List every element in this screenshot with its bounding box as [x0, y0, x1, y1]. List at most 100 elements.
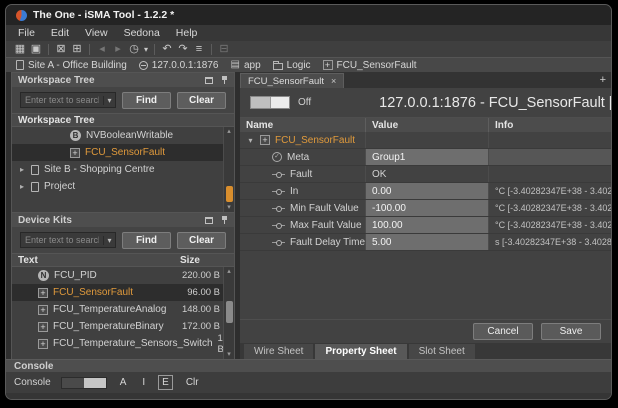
back-icon[interactable]: ◂ — [94, 42, 110, 57]
scrollbar-thumb[interactable] — [226, 186, 233, 202]
property-row-in[interactable]: In 0.00 °C [-3.40282347E+38 - 3.40282... — [240, 183, 611, 200]
expand-arrow-icon[interactable]: ▸ — [18, 165, 26, 174]
meta-icon — [272, 152, 282, 162]
chevron-down-icon[interactable]: ▾ — [103, 236, 115, 245]
workspace-panels-icon[interactable]: ▦ — [12, 42, 28, 57]
breadcrumb-component[interactable]: FCU_SensorFault — [323, 60, 417, 71]
scroll-down-icon[interactable]: ▾ — [224, 350, 234, 359]
property-sheet-icon[interactable]: ⊞ — [69, 42, 85, 57]
breadcrumb-device[interactable]: 127.0.0.1:1876 — [139, 60, 219, 71]
scroll-up-icon[interactable]: ▴ — [224, 127, 234, 136]
live-toggle[interactable] — [250, 96, 290, 109]
property-value-input[interactable]: Group1 — [366, 149, 489, 165]
device-kits-panel: Device Kits ▾ Find Clear Text — [11, 212, 235, 359]
workspace-search-input[interactable] — [21, 95, 103, 105]
add-tab-icon[interactable]: + — [600, 74, 606, 86]
history-caret-icon[interactable]: ▾ — [142, 42, 150, 57]
property-grid-header: Name Value Info — [240, 118, 611, 132]
float-window-icon[interactable] — [205, 217, 213, 224]
chevron-down-icon[interactable]: ▾ — [103, 96, 115, 105]
history-icon[interactable]: ◷ — [126, 42, 142, 57]
kit-item-label: FCU_TemperatureAnalog — [53, 304, 166, 315]
kits-find-button[interactable]: Find — [122, 232, 171, 249]
tree-item-project[interactable]: ▸ Project — [12, 178, 234, 195]
tree-item-site-b[interactable]: ▸ Site B - Shopping Centre — [12, 161, 234, 178]
property-info: °C [-3.40282347E+38 - 3.40282... — [489, 183, 611, 199]
toolbar-separator — [48, 44, 49, 55]
scrollbar-thumb[interactable] — [226, 301, 233, 323]
property-row-min-fault-value[interactable]: Min Fault Value -100.00 °C [-3.40282347E… — [240, 200, 611, 217]
tab-property-sheet[interactable]: Property Sheet — [315, 344, 406, 359]
kits-searchbox: ▾ — [20, 232, 116, 248]
kits-search-input[interactable] — [21, 235, 103, 245]
property-value-input[interactable]: -100.00 — [366, 200, 489, 216]
breadcrumb-site[interactable]: Site A - Office Building — [16, 60, 127, 71]
component-icon — [38, 322, 48, 332]
menu-view[interactable]: View — [77, 27, 116, 39]
console-filter-slider[interactable] — [61, 377, 107, 389]
kit-item-fcu-temperatureanalog[interactable]: FCU_TemperatureAnalog 148.00 B — [12, 301, 234, 318]
redo-icon[interactable]: ↷ — [175, 42, 191, 57]
cancel-button[interactable]: Cancel — [473, 323, 533, 340]
workspace-clear-button[interactable]: Clear — [177, 92, 226, 109]
scroll-down-icon[interactable]: ▾ — [224, 203, 234, 212]
close-icon[interactable]: × — [331, 76, 336, 86]
column-info[interactable]: Info — [489, 118, 611, 132]
column-value[interactable]: Value — [366, 118, 489, 132]
property-row-fault[interactable]: Fault OK — [240, 166, 611, 183]
column-name[interactable]: Name — [240, 118, 366, 132]
log-icon[interactable]: ≡ — [191, 42, 207, 57]
menu-help[interactable]: Help — [168, 27, 206, 39]
breadcrumb-app[interactable]: ▤ app — [231, 60, 261, 71]
save-button[interactable]: Save — [541, 323, 601, 340]
view-title: 127.0.0.1:1876 - FCU_SensorFault [iSMA_F… — [379, 95, 611, 111]
kits-clear-button[interactable]: Clear — [177, 232, 226, 249]
kit-item-fcu-temperature-sensors-switch[interactable]: FCU_Temperature_Sensors_Switch 108.00 B — [12, 335, 234, 352]
window-bottom-edge — [6, 393, 611, 399]
float-window-icon[interactable] — [205, 77, 213, 84]
undo-icon[interactable]: ↶ — [159, 42, 175, 57]
breadcrumb-logic[interactable]: Logic — [273, 60, 311, 71]
pin-icon[interactable] — [221, 76, 228, 85]
kit-item-fcu-temperaturebinary[interactable]: FCU_TemperatureBinary 172.00 B — [12, 318, 234, 335]
kit-item-fcu-pid[interactable]: N FCU_PID 220.00 B — [12, 267, 234, 284]
workspace-find-button[interactable]: Find — [122, 92, 171, 109]
workspace-tree-list: B NVBooleanWritable FCU_SensorFault ▸ Si… — [12, 127, 234, 212]
pin-icon[interactable] — [221, 216, 228, 225]
menu-file[interactable]: File — [10, 27, 43, 39]
collapse-arrow-icon[interactable]: ▾ — [246, 136, 255, 145]
kit-item-fcu-sensorfault[interactable]: FCU_SensorFault 96.00 B — [12, 284, 234, 301]
tree-item-nvbooleanwritable[interactable]: B NVBooleanWritable — [12, 127, 234, 144]
wire-sheet-icon[interactable]: ⊠ — [53, 42, 69, 57]
console-info-button[interactable]: I — [139, 376, 148, 389]
workspace-tree-scrollbar[interactable]: ▴ ▾ — [223, 127, 234, 212]
save-icon[interactable]: ▣ — [28, 42, 44, 57]
property-value-input[interactable]: 0.00 — [366, 183, 489, 199]
tab-fcu-sensorfault[interactable]: FCU_SensorFault × — [240, 73, 344, 88]
menu-edit[interactable]: Edit — [43, 27, 77, 39]
tree-item-fcu-sensorfault[interactable]: FCU_SensorFault — [12, 144, 234, 161]
property-row-meta[interactable]: Meta Group1 — [240, 149, 611, 166]
property-grid: ▾ FCU_SensorFault Meta Group1 — [240, 132, 611, 251]
property-row-max-fault-value[interactable]: Max Fault Value 100.00 °C [-3.40282347E+… — [240, 217, 611, 234]
device-icon[interactable]: ⊟ — [216, 42, 232, 57]
tree-item-label: FCU_SensorFault — [85, 147, 165, 158]
menu-sedona[interactable]: Sedona — [116, 27, 168, 39]
console-all-button[interactable]: A — [117, 376, 130, 389]
network-device-icon — [139, 61, 148, 70]
scroll-up-icon[interactable]: ▴ — [224, 267, 234, 276]
property-value-input[interactable]: 100.00 — [366, 217, 489, 233]
expand-arrow-icon[interactable]: ▸ — [18, 182, 26, 191]
tab-wire-sheet[interactable]: Wire Sheet — [244, 344, 313, 359]
device-kits-scrollbar[interactable]: ▴ ▾ — [223, 267, 234, 359]
console-error-button[interactable]: E — [158, 375, 173, 390]
slot-icon — [272, 170, 285, 179]
forward-icon[interactable]: ▸ — [110, 42, 126, 57]
property-row-fault-delay-time[interactable]: Fault Delay Time 5.00 s [-3.40282347E+38… — [240, 234, 611, 251]
property-value-input[interactable]: 5.00 — [366, 234, 489, 250]
content-area: Workspace Tree ▾ Find Clear Workspace T — [6, 72, 611, 359]
kits-search-row: ▾ Find Clear — [12, 227, 234, 253]
property-row-root[interactable]: ▾ FCU_SensorFault — [240, 132, 611, 149]
console-clear-button[interactable]: Clr — [183, 376, 202, 389]
tab-slot-sheet[interactable]: Slot Sheet — [409, 344, 475, 359]
